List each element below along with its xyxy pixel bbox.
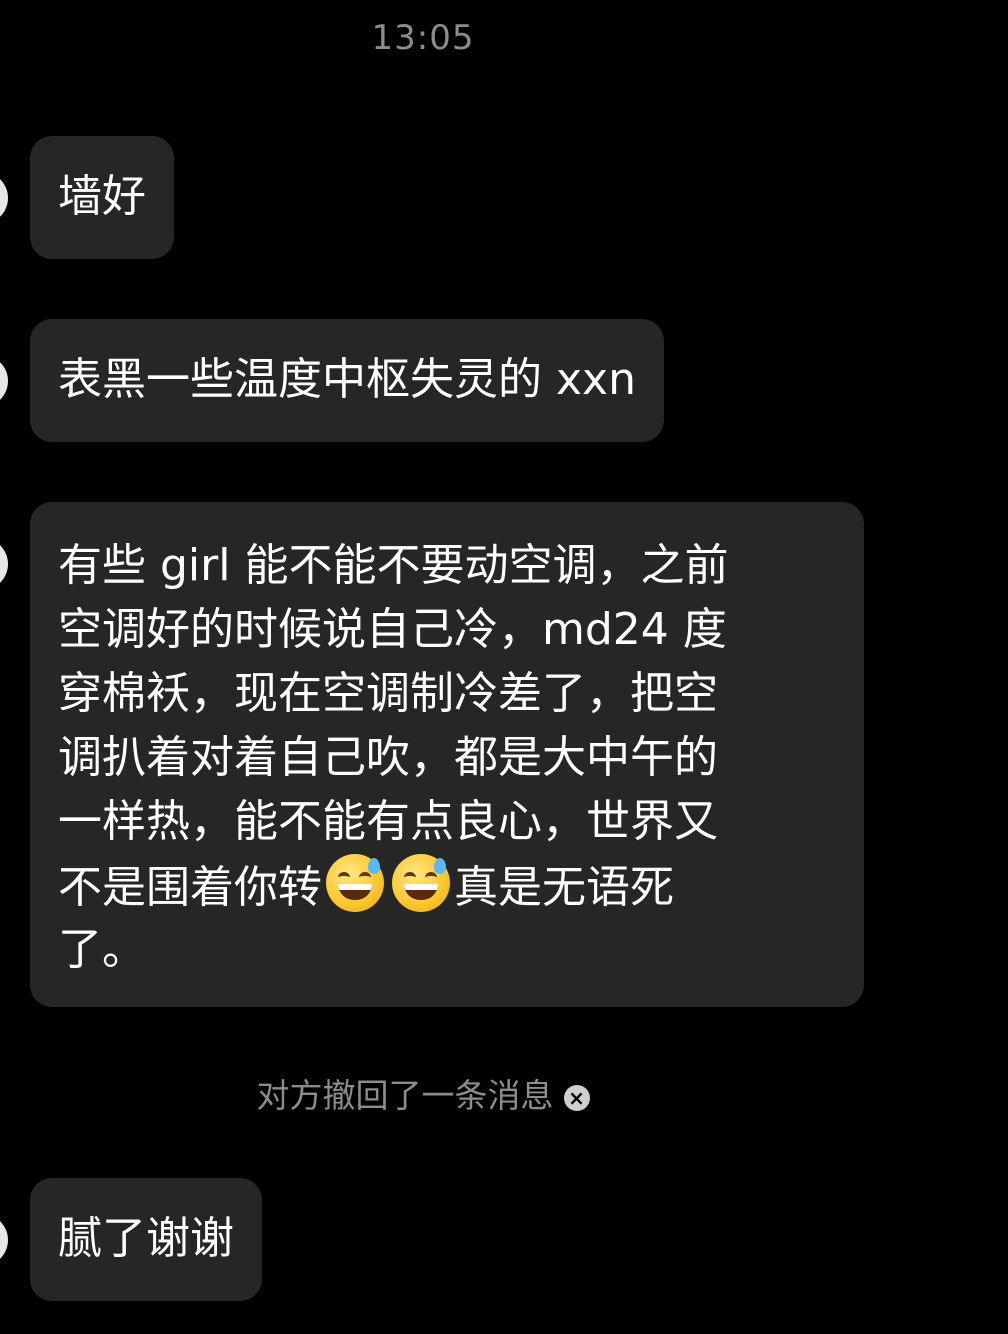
message-text: 墙好 <box>58 171 146 222</box>
message-text: 腻了谢谢 <box>58 1213 234 1264</box>
message-bubble[interactable]: 腻了谢谢 <box>30 1178 262 1301</box>
message-text-line: 不是围着你转 真是无语死 <box>58 854 836 918</box>
recalled-message-notice: 对方撤回了一条消息 × <box>0 1072 846 1120</box>
message-text-line: 调扒着对着自己吹，都是大中午的 <box>58 732 718 783</box>
message-text-line: 穿棉袄，现在空调制冷差了，把空 <box>58 668 718 719</box>
avatar[interactable] <box>0 538 8 590</box>
message-bubble[interactable]: 表黑一些温度中枢失灵的 xxn <box>30 319 664 442</box>
message-text: 表黑一些温度中枢失灵的 xxn <box>58 354 636 405</box>
message-bubble[interactable]: 有些 girl 能不能不要动空调，之前 空调好的时候说自己冷，md24 度 穿棉… <box>30 502 864 1007</box>
avatar[interactable] <box>0 172 8 224</box>
message-text-line: 空调好的时候说自己冷，md24 度 <box>58 604 727 655</box>
avatar[interactable] <box>0 1214 8 1266</box>
message-text-line: 了。 <box>58 924 146 975</box>
message-text-segment: 不是围着你转 <box>58 862 322 913</box>
message-timestamp: 13:05 <box>371 18 475 58</box>
grinning-face-with-sweat-icon <box>326 854 384 912</box>
message-text-segment: 真是无语死 <box>454 862 674 913</box>
grinning-face-with-sweat-icon <box>392 854 450 912</box>
close-icon[interactable]: × <box>563 1085 590 1111</box>
avatar[interactable] <box>0 355 8 407</box>
message-bubble[interactable]: 墙好 <box>30 136 174 259</box>
message-text-line: 一样热，能不能有点良心，世界又 <box>58 796 718 847</box>
message-text-line: 有些 girl 能不能不要动空调，之前 <box>58 540 729 591</box>
recalled-message-text: 对方撤回了一条消息 <box>256 1076 554 1115</box>
